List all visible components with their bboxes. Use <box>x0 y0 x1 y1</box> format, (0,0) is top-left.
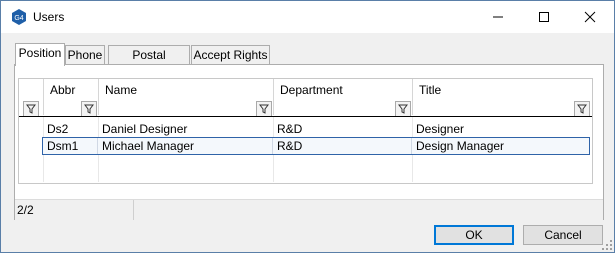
column-label-abbr: Abbr <box>50 83 76 97</box>
minimize-button[interactable] <box>475 1 521 33</box>
cell-department: R&D <box>277 138 412 154</box>
cell-abbr: Ds2 <box>47 122 69 136</box>
header-divider <box>19 116 592 117</box>
filter-icon[interactable] <box>574 101 590 117</box>
column-header-name[interactable]: Name <box>99 79 274 117</box>
maximize-icon <box>539 12 549 22</box>
cell-name: Michael Manager <box>102 138 273 154</box>
record-count: 2/2 <box>17 203 34 217</box>
svg-text:G4: G4 <box>14 15 23 22</box>
users-grid[interactable]: Abbr Name Department Title Ds2 Daniel De… <box>18 78 593 184</box>
cell-title: Design Manager <box>416 139 505 153</box>
row-indicator-header <box>19 79 44 117</box>
column-label-department: Department <box>280 83 343 97</box>
close-icon <box>584 11 596 23</box>
column-header-abbr[interactable]: Abbr <box>44 79 99 117</box>
tab-accept-rights[interactable]: Accept Rights <box>191 45 270 65</box>
filter-icon[interactable] <box>256 101 272 117</box>
cancel-button[interactable]: Cancel <box>523 225 603 245</box>
ok-button[interactable]: OK <box>434 225 514 245</box>
cell-abbr: Dsm1 <box>47 138 98 154</box>
cell-name: Daniel Designer <box>102 122 188 136</box>
status-divider <box>133 200 134 220</box>
column-header-title[interactable]: Title <box>413 79 591 117</box>
status-bar: 2/2 <box>15 199 603 220</box>
tab-phone[interactable]: Phone <box>65 45 105 65</box>
column-header-department[interactable]: Department <box>274 79 413 117</box>
column-label-title: Title <box>419 83 442 97</box>
table-row[interactable]: Ds2 Daniel Designer R&D Designer <box>19 121 592 137</box>
column-label-name: Name <box>105 83 138 97</box>
app-icon: G4 <box>12 9 26 25</box>
filter-icon[interactable] <box>81 101 97 117</box>
users-dialog: G4 Users Position Phone Postal Address A… <box>0 0 615 253</box>
table-row-selected[interactable]: Dsm1 Michael Manager R&D Design Manager <box>42 137 590 155</box>
tab-postal-address[interactable]: Postal Address <box>108 45 190 81</box>
tab-position[interactable]: Position <box>15 43 65 66</box>
cell-title: Designer <box>416 122 465 136</box>
title-bar[interactable]: G4 Users <box>1 1 614 33</box>
minimize-icon <box>493 16 503 18</box>
close-button[interactable] <box>567 1 613 33</box>
filter-icon[interactable] <box>23 101 39 117</box>
cell-department: R&D <box>277 122 303 136</box>
filter-icon[interactable] <box>395 101 411 117</box>
tab-panel-position: Abbr Name Department Title Ds2 Daniel De… <box>14 64 604 220</box>
window-title: Users <box>33 10 65 24</box>
resize-grip-icon[interactable] <box>601 239 613 251</box>
maximize-button[interactable] <box>521 1 567 33</box>
